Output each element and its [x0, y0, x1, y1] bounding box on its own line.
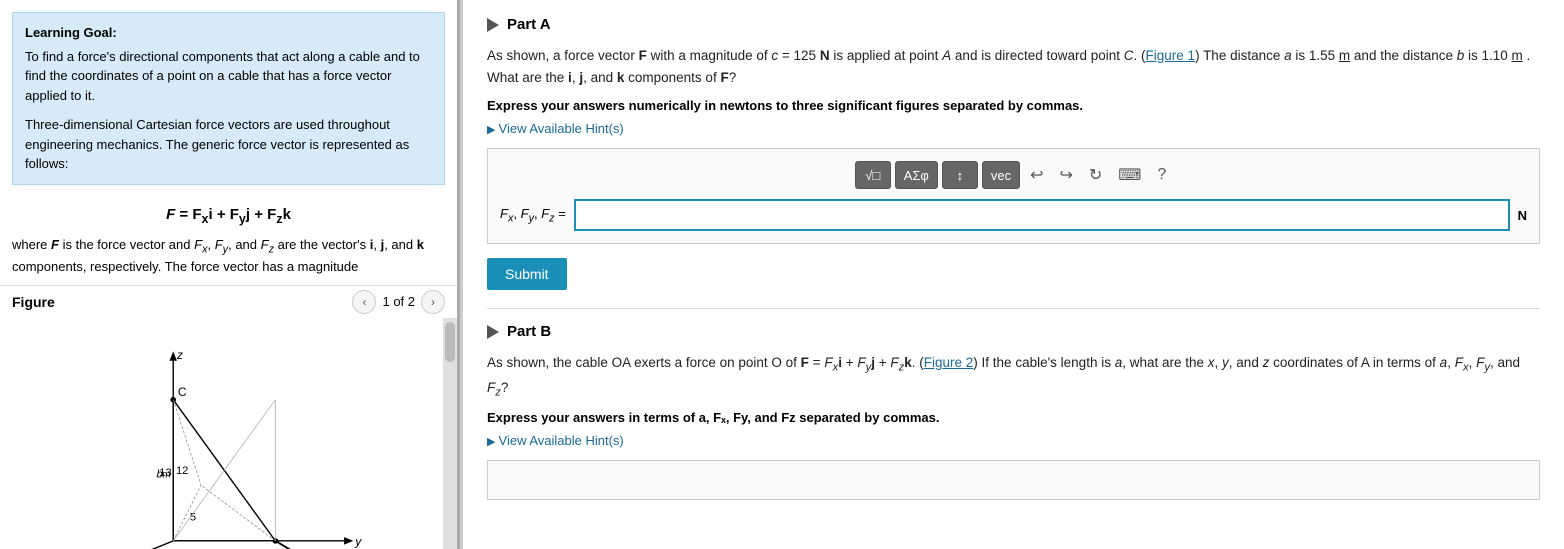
part-b-header: Part B	[487, 323, 1540, 340]
svg-text:C: C	[178, 385, 187, 399]
figure-next-button[interactable]: ›	[421, 290, 445, 314]
part-a-hint-link[interactable]: View Available Hint(s)	[487, 121, 1540, 136]
part-b-instruction: Express your answers in terms of a, Fₓ, …	[487, 410, 1540, 425]
submit-button[interactable]: Submit	[487, 258, 567, 290]
figure-nav: ‹ 1 of 2 ›	[352, 290, 445, 314]
toolbar-sqrt-button[interactable]: √□	[855, 161, 891, 189]
figure-scrollbar[interactable]	[443, 318, 457, 549]
figure2-link[interactable]: Figure 2	[924, 355, 974, 370]
answer-box-a: √□ AΣφ ↕ vec ↩ ↪ ↻ ⌨ ? Fx, Fy, Fz = N	[487, 148, 1540, 244]
part-b-hint-link[interactable]: View Available Hint(s)	[487, 433, 1540, 448]
toolbar-arrow-button[interactable]: ↕	[942, 161, 978, 189]
scroll-thumb	[445, 322, 455, 362]
toolbar-redo-button[interactable]: ↪	[1053, 161, 1078, 189]
learning-goal-title: Learning Goal:	[25, 23, 432, 43]
learning-goal-box: Learning Goal: To find a force's directi…	[12, 12, 445, 185]
input-label: Fx, Fy, Fz =	[500, 206, 566, 225]
learning-goal-extra: Three-dimensional Cartesian force vector…	[25, 115, 432, 174]
figure-prev-button[interactable]: ‹	[352, 290, 376, 314]
svg-text:13: 13	[159, 467, 171, 479]
part-a-title: Part A	[507, 16, 551, 33]
part-a-instruction: Express your answers numerically in newt…	[487, 98, 1540, 113]
part-a-header: Part A	[487, 16, 1540, 33]
formula-section: F = Fxi + Fyj + Fzk where F is the force…	[0, 193, 457, 285]
part-b-collapse-icon[interactable]	[487, 325, 499, 339]
figure-title: Figure	[12, 294, 55, 310]
part-b-description: As shown, the cable OA exerts a force on…	[487, 352, 1540, 401]
formula-note: where F is the force vector and Fx, Fy, …	[12, 235, 445, 277]
svg-text:y: y	[354, 534, 362, 548]
svg-text:z: z	[176, 348, 183, 362]
toolbar-vec-button[interactable]: vec	[982, 161, 1020, 189]
figure-header: Figure ‹ 1 of 2 ›	[0, 285, 457, 318]
formula-display: F = Fxi + Fyj + Fzk	[12, 203, 445, 229]
input-row: Fx, Fy, Fz = N	[500, 199, 1527, 231]
toolbar-sigma-button[interactable]: AΣφ	[895, 161, 938, 189]
figure-page-indicator: 1 of 2	[382, 294, 415, 309]
toolbar-refresh-button[interactable]: ↻	[1083, 161, 1108, 189]
toolbar-help-button[interactable]: ?	[1151, 161, 1172, 189]
svg-text:12: 12	[176, 465, 188, 477]
answer-input-a[interactable]	[574, 199, 1510, 231]
figure1-link[interactable]: Figure 1	[1146, 48, 1196, 63]
learning-goal-text: To find a force's directional components…	[25, 47, 432, 106]
toolbar-undo-button[interactable]: ↩	[1024, 161, 1049, 189]
diagram-svg: z y x O A C	[0, 318, 430, 549]
figure-canvas: z y x O A C	[0, 318, 457, 549]
answer-box-b	[487, 460, 1540, 500]
left-panel: Learning Goal: To find a force's directi…	[0, 0, 460, 549]
toolbar-keyboard-button[interactable]: ⌨	[1112, 161, 1147, 189]
part-b-section: Part B As shown, the cable OA exerts a f…	[487, 308, 1540, 499]
input-unit: N	[1518, 208, 1527, 223]
part-a-description: As shown, a force vector F with a magnit…	[487, 45, 1540, 88]
right-panel: Part A As shown, a force vector F with a…	[463, 0, 1564, 549]
part-b-title: Part B	[507, 323, 551, 340]
part-a-collapse-icon[interactable]	[487, 18, 499, 32]
toolbar: √□ AΣφ ↕ vec ↩ ↪ ↻ ⌨ ?	[500, 161, 1527, 189]
